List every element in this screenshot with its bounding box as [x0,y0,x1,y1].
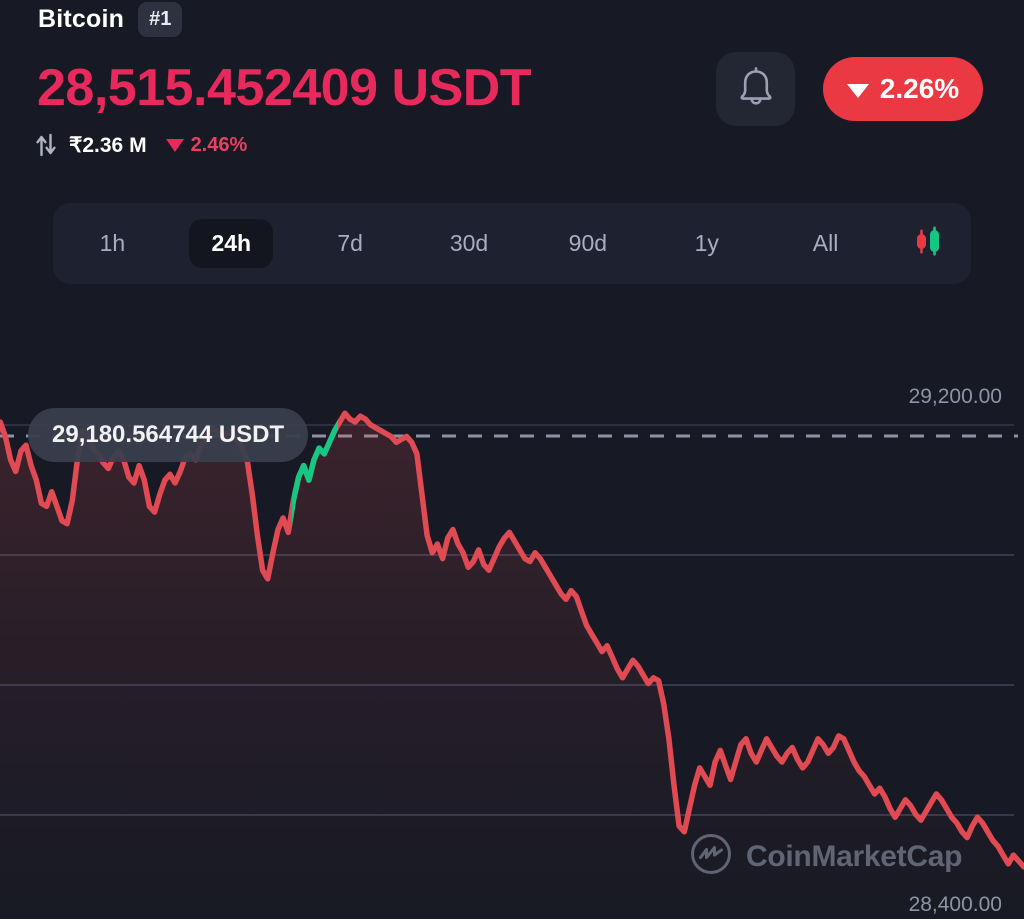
triangle-down-icon [165,138,184,152]
volume-value: ₹2.36 M [69,133,147,157]
tab-label: 24h [189,219,274,268]
axis-label-top: 29,200.00 [908,385,1002,408]
volume-row: ₹2.36 M 2.46% [36,130,247,160]
price-change-badge[interactable]: 2.26% [823,57,983,121]
tab-label: 7d [337,230,363,256]
tab-7d[interactable]: 7d [291,203,410,284]
tab-label: 30d [449,230,489,256]
price-change-value: 2.26% [879,73,960,104]
current-price: 28,515.452409 USDT [37,59,532,117]
coin-identity: Bitcoin #1 [38,2,183,37]
tab-label: All [812,230,839,256]
tab-all[interactable]: All [766,203,885,284]
axis-label-bottom: 28,400.00 [908,893,1002,916]
coinmarketcap-logo-icon [690,833,732,880]
coin-name: Bitcoin [38,5,125,33]
triangle-down-icon [846,83,869,98]
price-tooltip: 29,180.564744 USDT [28,408,309,462]
tab-90d[interactable]: 90d [528,203,647,284]
bell-icon [736,66,776,113]
tab-label: 1h [99,230,126,256]
candlestick-chart-toggle[interactable] [885,221,971,266]
rank-badge[interactable]: #1 [138,2,183,37]
tab-1h[interactable]: 1h [53,203,172,284]
coinmarketcap-wordmark: CoinMarketCap [746,839,963,873]
range-tab-bar: 1h 24h 7d 30d 90d 1y All [53,203,971,284]
volume-change: 2.46% [165,133,248,157]
tab-30d[interactable]: 30d [410,203,529,284]
price-alert-button[interactable] [716,52,795,126]
tooltip-price: 29,180.564744 USDT [52,421,285,448]
candlestick-chart-icon [908,221,948,266]
ticker-header: Bitcoin #1 28,515.452409 USDT ₹2.36 M 2.… [0,0,1024,190]
tab-1y[interactable]: 1y [647,203,766,284]
tab-label: 90d [568,230,608,256]
tab-label: 1y [694,230,719,256]
tab-24h[interactable]: 24h [172,203,291,284]
up-down-arrows-icon [36,133,56,157]
volume-change-pct: 2.46% [190,133,248,156]
coinmarketcap-watermark: CoinMarketCap [690,833,962,880]
